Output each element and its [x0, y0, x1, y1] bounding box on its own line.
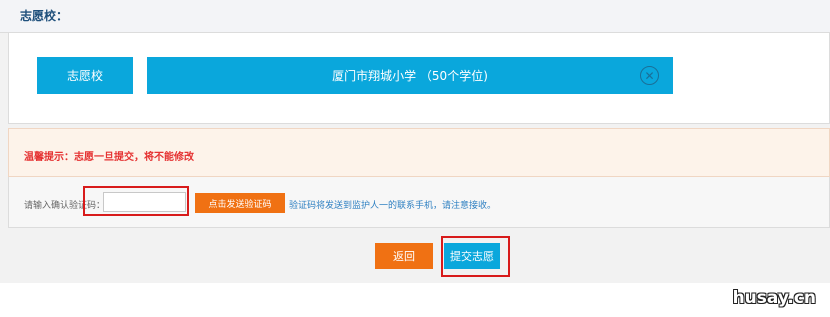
- send-code-button[interactable]: 点击发送验证码: [195, 193, 285, 213]
- back-button[interactable]: 返回: [375, 243, 433, 269]
- footer-area: [0, 283, 830, 317]
- section-header: [0, 0, 830, 33]
- submit-button[interactable]: 提交志愿: [444, 243, 500, 269]
- warning-tip: 温馨提示：志愿一旦提交，将不能修改: [24, 152, 194, 163]
- watermark-text: husay.cn: [732, 288, 816, 308]
- verification-code-input[interactable]: [103, 192, 186, 212]
- section-title: 志愿校：: [20, 9, 69, 23]
- school-name-box: 厦门市翔城小学 （50个学位): [147, 57, 673, 94]
- verification-note: 验证码将发送到监护人一的联系手机，请注意接收。: [289, 201, 497, 211]
- school-label-box: 志愿校: [37, 57, 133, 94]
- close-circle-icon[interactable]: ✕: [640, 66, 659, 85]
